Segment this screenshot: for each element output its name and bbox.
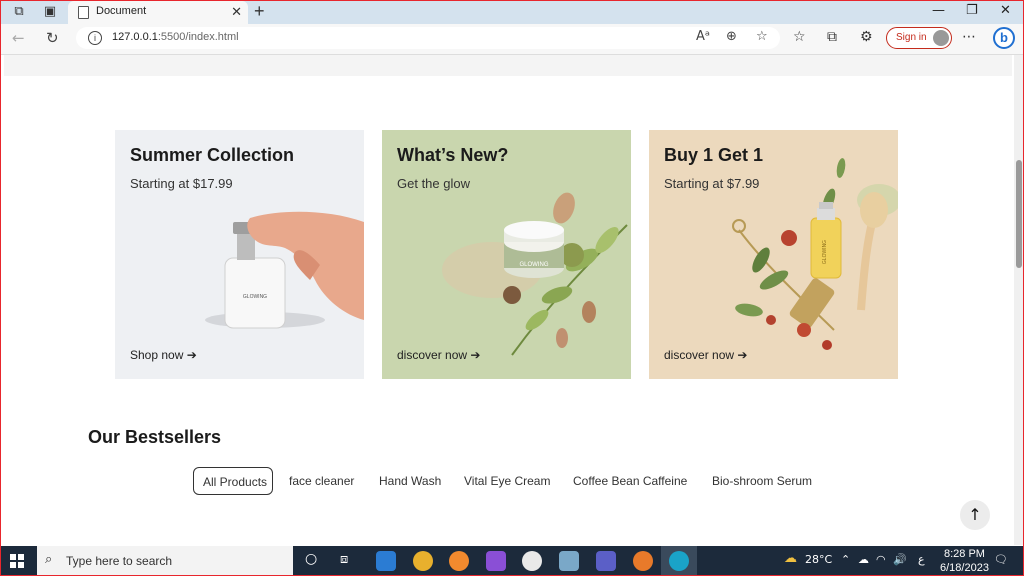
card-title: Buy 1 Get 1 (664, 145, 764, 165)
discover-now-link[interactable]: discover now ➔ (397, 348, 480, 362)
volume-icon[interactable]: 🔊 (893, 553, 907, 566)
task-view-icon[interactable]: ⧈ (340, 552, 348, 567)
teams-icon[interactable] (596, 551, 616, 571)
workspaces-icon[interactable]: ⧉ (11, 4, 27, 20)
extensions-icon[interactable]: ⚙ (860, 29, 873, 45)
cortana-icon[interactable]: ○ (305, 551, 317, 567)
bing-copilot-icon[interactable]: b (993, 27, 1015, 49)
language-indicator[interactable]: ع (918, 553, 925, 566)
arrow-right-icon: ➔ (186, 348, 197, 362)
edge-icon (669, 551, 689, 571)
read-aloud-icon[interactable]: Aᵃ (696, 29, 710, 44)
chevron-up-icon[interactable]: ⌃ (841, 553, 850, 566)
firefox-icon[interactable] (449, 551, 469, 571)
refresh-icon[interactable]: ↻ (46, 29, 59, 47)
edge-taskbar-button[interactable] (661, 546, 697, 576)
card-title: What’s New? (397, 145, 509, 165)
filter-vital-eye-cream[interactable]: Vital Eye Cream (464, 467, 550, 495)
perfume-hand-image: GLOWING (205, 211, 364, 329)
visual-studio-icon[interactable] (486, 551, 506, 571)
back-icon[interactable]: ← (12, 29, 25, 47)
search-placeholder: Type here to search (66, 554, 173, 568)
oil-bottle-image: GLOWING (732, 158, 898, 350)
sign-in-label: Sign in (896, 32, 927, 43)
document-icon (78, 6, 89, 19)
page-scrollbar[interactable] (1014, 55, 1024, 545)
minimize-icon[interactable]: — (932, 3, 945, 18)
jar-label: GLOWING (519, 262, 548, 268)
browser-tab[interactable]: Document ✕ (68, 1, 248, 24)
url-text[interactable]: 127.0.0.1:5500/index.html (112, 31, 239, 43)
cta-label: Shop now (130, 348, 184, 362)
header-strip (4, 55, 1012, 76)
clock-time[interactable]: 8:28 PM (944, 548, 985, 560)
profile-avatar (933, 30, 949, 46)
cta-label: discover now (397, 348, 468, 362)
app-icon[interactable] (559, 551, 579, 571)
bestsellers-title: Our Bestsellers (88, 427, 222, 447)
back-to-top-button[interactable]: ↑ (960, 500, 990, 530)
tab-actions-icon[interactable]: ▣ (42, 4, 58, 20)
scrollbar-thumb[interactable] (1016, 160, 1022, 268)
promo-card-whats-new[interactable]: GLOWING What’s New? Get the glow discove… (382, 130, 631, 379)
search-icon: ⌕ (45, 552, 53, 567)
favorites-icon[interactable]: ☆ (793, 29, 806, 45)
cream-jar-image: GLOWING (442, 192, 628, 356)
page-viewport: GLOWING Summer Collection Starting at $1… (0, 55, 1014, 545)
new-tab-icon[interactable]: + (254, 1, 265, 22)
close-window-icon[interactable]: ✕ (1000, 3, 1011, 18)
card-title: Summer Collection (130, 145, 295, 165)
card-subtitle: Get the glow (397, 176, 470, 191)
filter-face-cleaner[interactable]: face cleaner (289, 467, 354, 495)
url-path: :5500/index.html (157, 31, 239, 43)
collections-icon[interactable]: ⧉ (827, 29, 837, 45)
promo-card-summer[interactable]: GLOWING Summer Collection Starting at $1… (115, 130, 364, 379)
filter-all-products[interactable]: All Products (193, 467, 273, 495)
windows-taskbar: ⌕ Type here to search ○ ⧈ ☁ 28°C ⌃ ☁ ◠ 🔊… (0, 546, 1024, 576)
browser-toolbar: ← ↻ i 127.0.0.1:5500/index.html Aᵃ ⊕ ☆ ☆… (0, 24, 1024, 55)
chrome-icon[interactable] (413, 551, 433, 571)
site-info-icon[interactable]: i (88, 31, 102, 45)
wifi-icon[interactable]: ◠ (876, 553, 886, 566)
sublime-icon[interactable] (633, 551, 653, 571)
filter-bio-shroom-serum[interactable]: Bio-shroom Serum (712, 467, 812, 495)
bottle-label: GLOWING (822, 240, 828, 264)
notifications-icon[interactable]: 🗨 (994, 553, 1008, 566)
discover-now-link[interactable]: discover now ➔ (664, 348, 747, 362)
taskbar-search-box[interactable]: ⌕ Type here to search (37, 546, 293, 576)
shop-now-link[interactable]: Shop now ➔ (130, 348, 197, 362)
zoom-icon[interactable]: ⊕ (726, 29, 737, 44)
card-subtitle: Starting at $17.99 (130, 176, 233, 191)
filter-hand-wash[interactable]: Hand Wash (379, 467, 441, 495)
more-options-icon[interactable]: ⋯ (962, 29, 976, 45)
cta-label: discover now (664, 348, 735, 362)
vscode-icon[interactable] (376, 551, 396, 571)
cloud-icon[interactable]: ☁ (858, 553, 869, 566)
filter-coffee-bean-caffeine[interactable]: Coffee Bean Caffeine (573, 467, 687, 495)
arrow-right-icon: ➔ (737, 348, 748, 362)
promo-card-bogo[interactable]: GLOWING Buy 1 Get 1 Starting at $7.99 di… (649, 130, 898, 379)
arrow-up-icon: ↑ (968, 505, 982, 524)
windows-start-icon[interactable] (10, 554, 24, 568)
address-bar[interactable]: i 127.0.0.1:5500/index.html Aᵃ ⊕ ☆ (76, 27, 780, 49)
perfume-label: GLOWING (243, 294, 267, 300)
clock-date[interactable]: 6/18/2023 (940, 562, 989, 574)
github-desktop-icon[interactable] (522, 551, 542, 571)
weather-temp[interactable]: 28°C (805, 553, 832, 566)
url-host: 127.0.0.1 (112, 31, 158, 43)
restore-icon[interactable]: ❐ (966, 3, 978, 18)
sign-in-button[interactable]: Sign in (886, 27, 952, 49)
browser-tab-bar: ⧉ ▣ Document ✕ + — ❐ ✕ (0, 0, 1024, 24)
weather-icon: ☁ (784, 551, 797, 566)
tab-title: Document (96, 5, 147, 17)
card-subtitle: Starting at $7.99 (664, 176, 760, 191)
arrow-right-icon: ➔ (470, 348, 481, 362)
product-filter-tabs: All Products face cleaner Hand Wash Vita… (0, 467, 1014, 497)
close-tab-icon[interactable]: ✕ (231, 4, 242, 20)
favorite-star-icon[interactable]: ☆ (756, 29, 768, 44)
